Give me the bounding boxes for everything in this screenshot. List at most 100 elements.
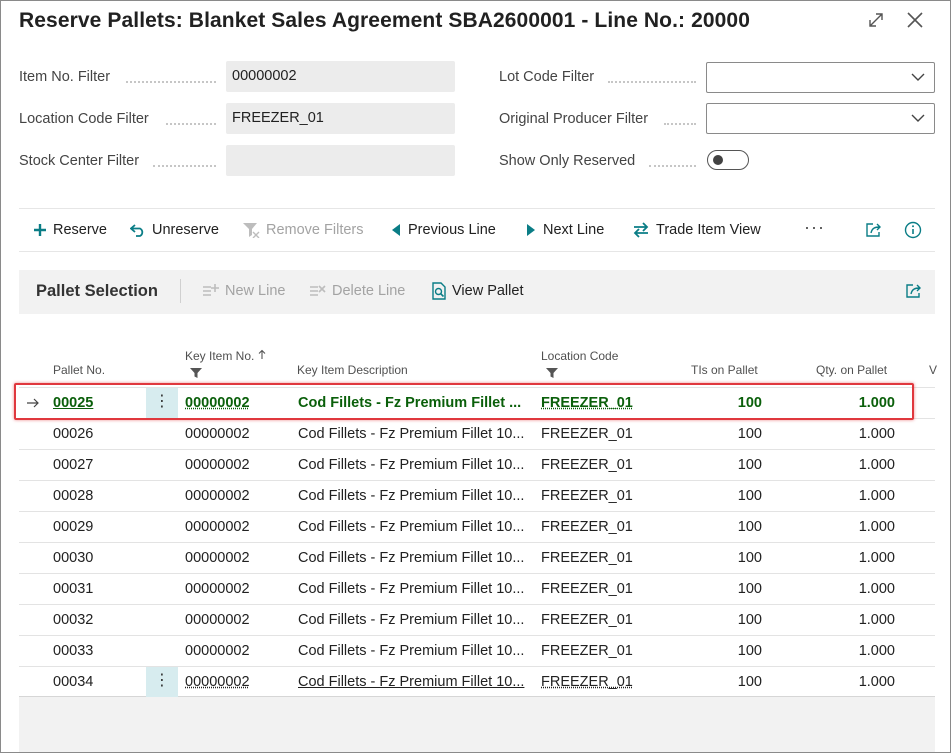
pallet-no-cell[interactable]: 00029 — [53, 512, 143, 542]
location-code-cell[interactable]: FREEZER_01 — [541, 605, 661, 635]
close-icon[interactable] — [902, 7, 928, 33]
show-only-reserved-toggle[interactable] — [707, 150, 749, 170]
plus-icon — [34, 224, 46, 236]
view-pallet-label: View Pallet — [452, 283, 524, 299]
pallet-no-cell[interactable]: 00032 — [53, 605, 143, 635]
key-item-no-cell[interactable]: 00000002 — [185, 667, 290, 697]
share-icon[interactable] — [905, 280, 928, 302]
filter-icon[interactable] — [190, 368, 202, 378]
pallet-no-cell[interactable]: 00025 — [53, 388, 143, 418]
delete-line-label: Delete Line — [332, 283, 406, 299]
view-pallet-button[interactable]: View Pallet — [431, 280, 523, 302]
qty-on-pallet-cell: 1.000 — [858, 550, 895, 566]
column-header-key-item-description[interactable]: Key Item Description — [297, 363, 408, 377]
pallet-no-cell[interactable]: 00027 — [53, 450, 143, 480]
pallet-no-cell[interactable]: 00033 — [53, 636, 143, 666]
info-icon[interactable] — [904, 209, 928, 251]
remove-filters-button[interactable]: Remove Filters — [242, 209, 364, 251]
toggle-knob — [713, 155, 723, 165]
stock-center-filter-input[interactable] — [226, 145, 455, 176]
arrow-right-icon — [27, 398, 39, 408]
pallet-no-cell[interactable]: 00030 — [53, 543, 143, 573]
pallet-no-cell[interactable]: 00034 — [53, 667, 143, 697]
next-line-button[interactable]: Next Line — [525, 209, 604, 251]
new-line-label: New Line — [225, 283, 286, 299]
reserve-pallets-dialog: Reserve Pallets: Blanket Sales Agreement… — [0, 0, 951, 753]
key-item-no-cell[interactable]: 00000002 — [185, 636, 290, 666]
lot-code-filter-label: Lot Code Filter — [499, 69, 595, 85]
table-row[interactable]: 00032 00000002 Cod Fillets - Fz Premium … — [19, 604, 935, 635]
key-item-no-cell[interactable]: 00000002 — [185, 605, 290, 635]
qty-on-pallet-cell: 1.000 — [858, 519, 895, 535]
action-bar: Reserve Unreserve Remove Filters Previou… — [19, 208, 935, 252]
column-header-tis-on-pallet[interactable]: TIs on Pallet — [691, 363, 758, 377]
pallet-no-cell[interactable]: 00026 — [53, 419, 143, 449]
item-no-filter-label: Item No. Filter — [19, 69, 111, 85]
location-code-filter-input[interactable]: FREEZER_01 — [226, 103, 455, 134]
location-code-cell[interactable]: FREEZER_01 — [541, 667, 661, 697]
table-row[interactable]: 00033 00000002 Cod Fillets - Fz Premium … — [19, 635, 935, 666]
key-item-no-cell[interactable]: 00000002 — [185, 574, 290, 604]
location-code-cell[interactable]: FREEZER_01 — [541, 543, 661, 573]
tis-on-pallet-cell: 100 — [737, 519, 762, 535]
expand-icon[interactable] — [863, 7, 889, 33]
location-code-cell[interactable]: FREEZER_01 — [541, 636, 661, 666]
divider — [180, 279, 181, 303]
reserve-label: Reserve — [53, 222, 107, 238]
column-header-key-item-no[interactable]: Key Item No. — [185, 349, 266, 363]
column-header-pallet-no[interactable]: Pallet No. — [53, 363, 105, 377]
more-options-button[interactable]: ··· — [804, 217, 825, 238]
item-no-filter-input[interactable]: 00000002 — [226, 61, 455, 92]
row-menu-button[interactable]: ⋮ — [146, 388, 178, 418]
column-header-truncated[interactable]: V — [929, 363, 937, 377]
key-item-no-cell[interactable]: 00000002 — [185, 512, 290, 542]
part-title: Pallet Selection — [36, 282, 158, 300]
tis-on-pallet-cell: 100 — [737, 488, 762, 504]
key-item-no-cell[interactable]: 00000002 — [185, 388, 290, 418]
pallet-grid: Pallet No. Key Item No. Key Item Descrip… — [19, 314, 937, 697]
row-menu-button[interactable]: ⋮ — [146, 667, 178, 697]
key-item-no-cell[interactable]: 00000002 — [185, 481, 290, 511]
pallet-selection-part: Pallet Selection New Line Delete Line Vi… — [19, 270, 937, 752]
original-producer-filter-select[interactable] — [706, 103, 935, 134]
dialog-title: Reserve Pallets: Blanket Sales Agreement… — [19, 9, 750, 32]
tis-on-pallet-cell: 100 — [737, 457, 762, 473]
lot-code-filter-select[interactable] — [706, 62, 935, 93]
table-row[interactable]: 00031 00000002 Cod Fillets - Fz Premium … — [19, 573, 935, 604]
location-code-cell[interactable]: FREEZER_01 — [541, 481, 661, 511]
location-code-cell[interactable]: FREEZER_01 — [541, 419, 661, 449]
location-code-cell[interactable]: FREEZER_01 — [541, 450, 661, 480]
key-item-description-cell: Cod Fillets - Fz Premium Fillet 10... — [298, 612, 525, 628]
tis-on-pallet-cell: 100 — [737, 674, 762, 690]
table-row[interactable]: 00028 00000002 Cod Fillets - Fz Premium … — [19, 480, 935, 511]
reserve-button[interactable]: Reserve — [33, 209, 107, 251]
filter-icon[interactable] — [546, 368, 558, 378]
column-header-location-code[interactable]: Location Code — [541, 349, 618, 363]
new-line-button[interactable]: New Line — [202, 280, 285, 302]
trade-item-view-button[interactable]: Trade Item View — [632, 209, 761, 251]
delete-line-button[interactable]: Delete Line — [309, 280, 405, 302]
location-code-cell[interactable]: FREEZER_01 — [541, 574, 661, 604]
previous-line-label: Previous Line — [408, 222, 496, 238]
table-row[interactable]: 00029 00000002 Cod Fillets - Fz Premium … — [19, 511, 935, 542]
share-icon[interactable] — [865, 209, 889, 251]
key-item-description-cell[interactable]: Cod Fillets - Fz Premium Fillet 10... — [298, 667, 538, 697]
unreserve-button[interactable]: Unreserve — [130, 209, 219, 251]
pallet-no-cell[interactable]: 00031 — [53, 574, 143, 604]
location-code-cell[interactable]: FREEZER_01 — [541, 388, 661, 418]
table-row[interactable]: 00025 ⋮ 00000002 Cod Fillets - Fz Premiu… — [19, 387, 935, 418]
table-row[interactable]: 00030 00000002 Cod Fillets - Fz Premium … — [19, 542, 935, 573]
table-row[interactable]: 00034 ⋮ 00000002 Cod Fillets - Fz Premiu… — [19, 666, 935, 697]
pallet-no-cell[interactable]: 00028 — [53, 481, 143, 511]
table-row[interactable]: 00027 00000002 Cod Fillets - Fz Premium … — [19, 449, 935, 480]
location-code-cell[interactable]: FREEZER_01 — [541, 512, 661, 542]
key-item-no-header-label: Key Item No. — [185, 349, 255, 363]
key-item-no-cell[interactable]: 00000002 — [185, 419, 290, 449]
previous-line-button[interactable]: Previous Line — [390, 209, 496, 251]
column-header-qty-on-pallet[interactable]: Qty. on Pallet — [816, 363, 887, 377]
qty-on-pallet-cell: 1.000 — [858, 395, 895, 411]
swap-arrows-icon — [633, 222, 649, 238]
key-item-no-cell[interactable]: 00000002 — [185, 543, 290, 573]
key-item-no-cell[interactable]: 00000002 — [185, 450, 290, 480]
table-row[interactable]: 00026 00000002 Cod Fillets - Fz Premium … — [19, 418, 935, 449]
